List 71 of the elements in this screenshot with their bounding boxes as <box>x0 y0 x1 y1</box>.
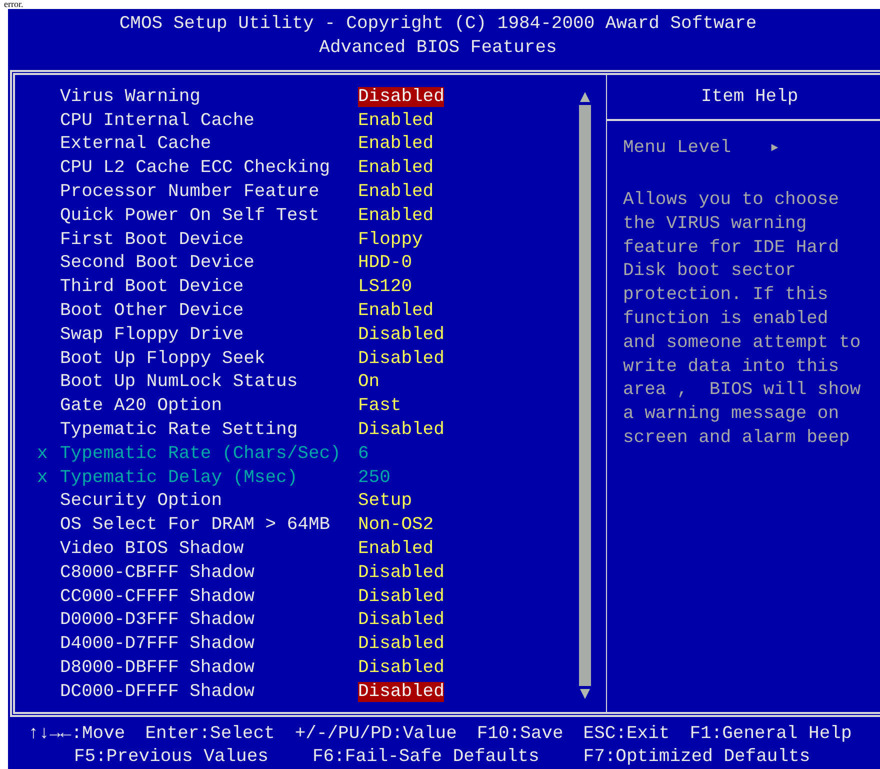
setting-value[interactable]: On <box>358 372 380 392</box>
setting-label: D4000-D7FFF Shadow <box>60 634 256 654</box>
help-text: Allows you to choose the VIRUS warning feature for IDE Hard Disk boot sector protection. If this function is enabled and someone attempt to write data into this area , BIOS will show a warning message on screen and alarm beep <box>622 189 862 450</box>
setting-label: CPU L2 Cache ECC Checking <box>60 158 332 178</box>
setting-label: Boot Other Device <box>60 301 245 322</box>
setting-label: Gate A20 Option <box>60 396 224 416</box>
setting-value[interactable]: LS120 <box>358 277 412 298</box>
scroll-down-icon[interactable] <box>579 688 591 700</box>
setting-label: Typematic Rate Setting <box>60 420 299 440</box>
disabled-marker: x <box>37 468 48 488</box>
setting-value[interactable]: Disabled <box>358 324 444 345</box>
setting-value[interactable]: Enabled <box>358 206 434 226</box>
setting-value[interactable]: Floppy <box>358 230 423 250</box>
scrollbar-track[interactable] <box>579 105 591 686</box>
setting-label: Security Option <box>60 491 224 512</box>
setting-label: C8000-CBFFF Shadow <box>60 562 256 583</box>
setting-label: Quick Power On Self Test <box>60 206 320 226</box>
scroll-up-icon[interactable] <box>579 91 591 103</box>
key-hint: F10:Save <box>476 722 564 746</box>
setting-label: Typematic Delay (Msec) <box>60 468 299 488</box>
setting-label: CPU Internal Cache <box>60 110 256 131</box>
key-hint: F6:Fail-Safe Defaults <box>312 746 540 769</box>
setting-label: Third Boot Device <box>60 277 245 298</box>
setting-value[interactable]: Enabled <box>358 110 434 131</box>
setting-value[interactable]: HDD-0 <box>358 253 412 274</box>
key-hint: F1:General Help <box>690 722 852 746</box>
setting-label: D8000-DBFFF Shadow <box>60 658 256 678</box>
setting-value[interactable]: Enabled <box>358 134 434 154</box>
setting-value[interactable]: Disabled <box>358 682 444 702</box>
screen-subtitle: Advanced BIOS Features <box>319 37 557 60</box>
setting-value[interactable]: Disabled <box>358 658 444 678</box>
setting-value[interactable]: Disabled <box>358 610 444 630</box>
key-hint: F5:Previous Values <box>74 746 268 769</box>
key-hint: Enter:Select <box>145 722 275 746</box>
setting-value[interactable]: Disabled <box>358 586 444 607</box>
setting-label: First Boot Device <box>60 230 245 250</box>
setting-value[interactable]: Disabled <box>358 562 444 583</box>
key-hint: ESC:Exit <box>583 722 670 746</box>
setting-value[interactable]: Enabled <box>358 301 434 322</box>
setting-label: External Cache <box>60 134 212 154</box>
setting-value[interactable]: Enabled <box>358 158 434 178</box>
menu-level-arrow: ► <box>771 140 778 157</box>
setting-value[interactable]: Enabled <box>358 182 434 202</box>
setting-label: DC000-DFFFF Shadow <box>60 682 256 702</box>
setting-label: Boot Up Floppy Seek <box>60 348 266 369</box>
setting-label: OS Select For DRAM > 64MB <box>60 515 332 536</box>
setting-label: Typematic Rate (Chars/Sec) <box>60 444 342 464</box>
setting-label: Video BIOS Shadow <box>60 539 245 560</box>
help-title: Item Help <box>701 86 798 108</box>
key-hint: +/-/PU/PD:Value <box>294 722 457 746</box>
setting-value[interactable]: Non-OS2 <box>358 515 434 536</box>
setting-value[interactable]: Disabled <box>358 420 444 440</box>
key-hint: ↑↓→←:Move <box>28 722 126 746</box>
setting-label: Swap Floppy Drive <box>60 324 245 345</box>
setting-label: Virus Warning <box>60 86 202 107</box>
setting-label: CC000-CFFFF Shadow <box>60 586 256 607</box>
screen-title: CMOS Setup Utility - Copyright (C) 1984-2000 Award Software <box>119 13 757 36</box>
setting-value[interactable]: Fast <box>358 396 402 416</box>
disabled-marker: x <box>37 444 48 464</box>
setting-value[interactable]: Disabled <box>358 348 444 369</box>
setting-label: Processor Number Feature <box>60 182 320 202</box>
page-note: error. <box>3 0 24 9</box>
key-hint: F7:Optimized Defaults <box>583 746 810 769</box>
setting-value[interactable]: Enabled <box>358 539 434 560</box>
setting-value[interactable]: Disabled <box>358 86 444 107</box>
setting-value[interactable]: Setup <box>358 491 412 512</box>
setting-value[interactable]: Disabled <box>358 634 444 654</box>
setting-label: Second Boot Device <box>60 253 256 274</box>
setting-label: Boot Up NumLock Status <box>60 372 299 392</box>
menu-level-label: Menu Level <box>623 136 732 160</box>
setting-label: D0000-D3FFF Shadow <box>60 610 256 630</box>
